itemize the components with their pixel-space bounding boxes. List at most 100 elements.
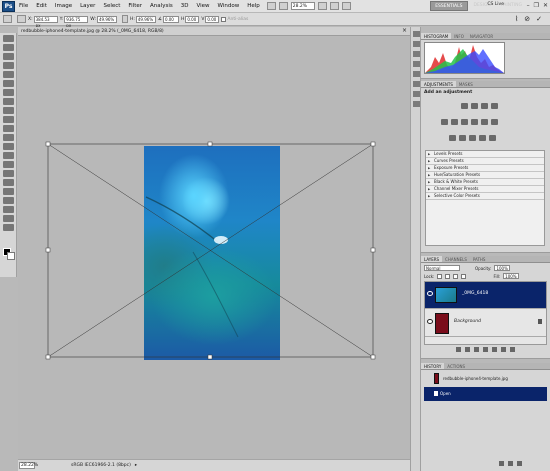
angle-input[interactable]: 0.00 [162, 15, 179, 23]
new-group-icon[interactable] [492, 347, 497, 352]
shape-tool-icon[interactable] [3, 188, 14, 195]
preset-selective-color[interactable]: Selective Color Presets [426, 193, 544, 200]
blend-mode-select[interactable]: Normal [424, 265, 460, 271]
color-balance-icon[interactable] [461, 119, 468, 125]
crop-tool-icon[interactable] [3, 71, 14, 78]
invert-icon[interactable] [449, 135, 456, 141]
document-close-icon[interactable]: × [402, 27, 407, 34]
preset-hue-saturation[interactable]: Hue/Saturation Presets [426, 172, 544, 179]
document-canvas[interactable] [18, 37, 410, 459]
photo-filter-icon[interactable] [481, 119, 488, 125]
visibility-eye-icon[interactable] [427, 319, 433, 324]
tab-masks[interactable]: MASKS [456, 81, 476, 87]
layer-name[interactable]: _0MG_6418 [462, 291, 488, 296]
screen-mode-icon[interactable] [341, 2, 351, 10]
lasso-tool-icon[interactable] [3, 53, 14, 60]
link-icon[interactable] [121, 15, 128, 23]
new-layer-icon[interactable] [501, 347, 506, 352]
layer-style-icon[interactable] [465, 347, 470, 352]
restore-icon[interactable]: ❐ [534, 2, 539, 9]
history-state-open[interactable]: Open [424, 387, 547, 401]
lock-all-icon[interactable] [461, 273, 467, 279]
h-skew-input[interactable]: 0.00 [185, 15, 200, 23]
brush-tool-icon[interactable] [3, 98, 14, 105]
tab-channels[interactable]: CHANNELS [442, 256, 470, 262]
delete-layer-icon[interactable] [510, 347, 515, 352]
black-white-icon[interactable] [471, 119, 478, 125]
exposure-icon[interactable] [491, 103, 498, 109]
hand-view-icon[interactable] [317, 2, 327, 10]
channel-mixer-icon[interactable] [491, 119, 498, 125]
clone-source-panel-icon[interactable] [413, 61, 420, 67]
3d-orbit-tool-icon[interactable] [3, 206, 14, 213]
levels-icon[interactable] [471, 103, 478, 109]
free-transform-box[interactable] [18, 37, 410, 459]
zoom-tool-icon[interactable] [3, 224, 14, 231]
posterize-icon[interactable] [459, 135, 466, 141]
tab-histogram[interactable]: HISTOGRAM [421, 33, 452, 39]
tab-navigator[interactable]: NAVIGATOR [467, 33, 496, 39]
close-icon[interactable]: ✕ [543, 2, 548, 9]
hand-tool-icon[interactable] [3, 215, 14, 222]
layer-row-background[interactable]: Background [425, 310, 546, 337]
gradient-tool-icon[interactable] [3, 134, 14, 141]
w-input[interactable]: 49.96% [96, 15, 117, 23]
hue-saturation-icon[interactable] [451, 119, 458, 125]
menu-file[interactable]: File [15, 3, 32, 9]
quick-select-tool-icon[interactable] [3, 62, 14, 69]
threshold-icon[interactable] [469, 135, 476, 141]
curves-icon[interactable] [481, 103, 488, 109]
document-tab[interactable]: redbubble-iphone4-template.jpg @ 28.2% (… [18, 27, 410, 36]
tab-history[interactable]: HISTORY [421, 363, 445, 369]
new-snapshot-icon[interactable] [508, 461, 513, 466]
menu-analysis[interactable]: Analysis [146, 3, 177, 9]
character-panel-icon[interactable] [413, 71, 420, 77]
minimize-icon[interactable]: – [527, 2, 530, 9]
blur-tool-icon[interactable] [3, 143, 14, 150]
commit-transform-icon[interactable]: ✓ [536, 15, 542, 23]
tab-info[interactable]: INFO [451, 33, 467, 39]
cs-live-button[interactable]: CS Live [487, 2, 504, 7]
preset-channel-mixer[interactable]: Channel Mixer Presets [426, 186, 544, 193]
menu-3d[interactable]: 3D [177, 3, 193, 9]
h-input[interactable]: 49.96% [135, 15, 156, 23]
reference-point-icon[interactable] [17, 15, 26, 23]
preset-levels[interactable]: Levels Presets [426, 151, 544, 158]
brightness-contrast-icon[interactable] [461, 103, 468, 109]
status-menu-arrow-icon[interactable]: ▸ [135, 463, 137, 468]
new-document-from-state-icon[interactable] [499, 461, 504, 466]
preset-curves[interactable]: Curves Presets [426, 158, 544, 165]
tab-adjustments[interactable]: ADJUSTMENTS [421, 81, 456, 87]
link-layers-icon[interactable] [456, 347, 461, 352]
arrange-documents-icon[interactable] [329, 2, 339, 10]
marquee-tool-icon[interactable] [3, 44, 14, 51]
brushes-panel-icon[interactable] [413, 51, 420, 57]
history-brush-tool-icon[interactable] [3, 116, 14, 123]
preset-black-white[interactable]: Black & White Presets [426, 179, 544, 186]
actions-panel-icon[interactable] [413, 41, 420, 47]
layer-row-0mg-6418[interactable]: _0MG_6418 [425, 282, 546, 309]
status-zoom-field[interactable]: 28.22% [19, 462, 38, 469]
tab-actions[interactable]: ACTIONS [444, 363, 468, 369]
3d-rotate-tool-icon[interactable] [3, 197, 14, 204]
dodge-tool-icon[interactable] [3, 152, 14, 159]
move-tool-icon[interactable] [3, 35, 14, 42]
y-input[interactable]: 936.75 px [64, 15, 89, 28]
new-adjustment-icon[interactable] [483, 347, 488, 352]
healing-brush-tool-icon[interactable] [3, 89, 14, 96]
lock-position-icon[interactable] [453, 273, 459, 279]
tab-layers[interactable]: LAYERS [421, 256, 443, 262]
tab-paths[interactable]: PATHS [470, 256, 489, 262]
x-input[interactable]: 384.53 px [33, 15, 58, 28]
selective-color-icon[interactable] [489, 135, 496, 141]
v-skew-input[interactable]: 0.00 [205, 15, 220, 23]
menubar-zoom-field[interactable]: 28.2% [290, 2, 315, 10]
clone-stamp-tool-icon[interactable] [3, 107, 14, 114]
delete-state-icon[interactable] [517, 461, 522, 466]
layer-name[interactable]: Background [454, 319, 481, 324]
history-panel-icon[interactable] [413, 31, 420, 37]
menu-help[interactable]: Help [243, 3, 264, 9]
workspace-essentials[interactable]: ESSENTIALS [430, 1, 468, 11]
history-snapshot[interactable]: redbubble-iphone4-template.jpg [424, 372, 547, 386]
warp-mode-icon[interactable]: ⌇ [515, 15, 518, 23]
